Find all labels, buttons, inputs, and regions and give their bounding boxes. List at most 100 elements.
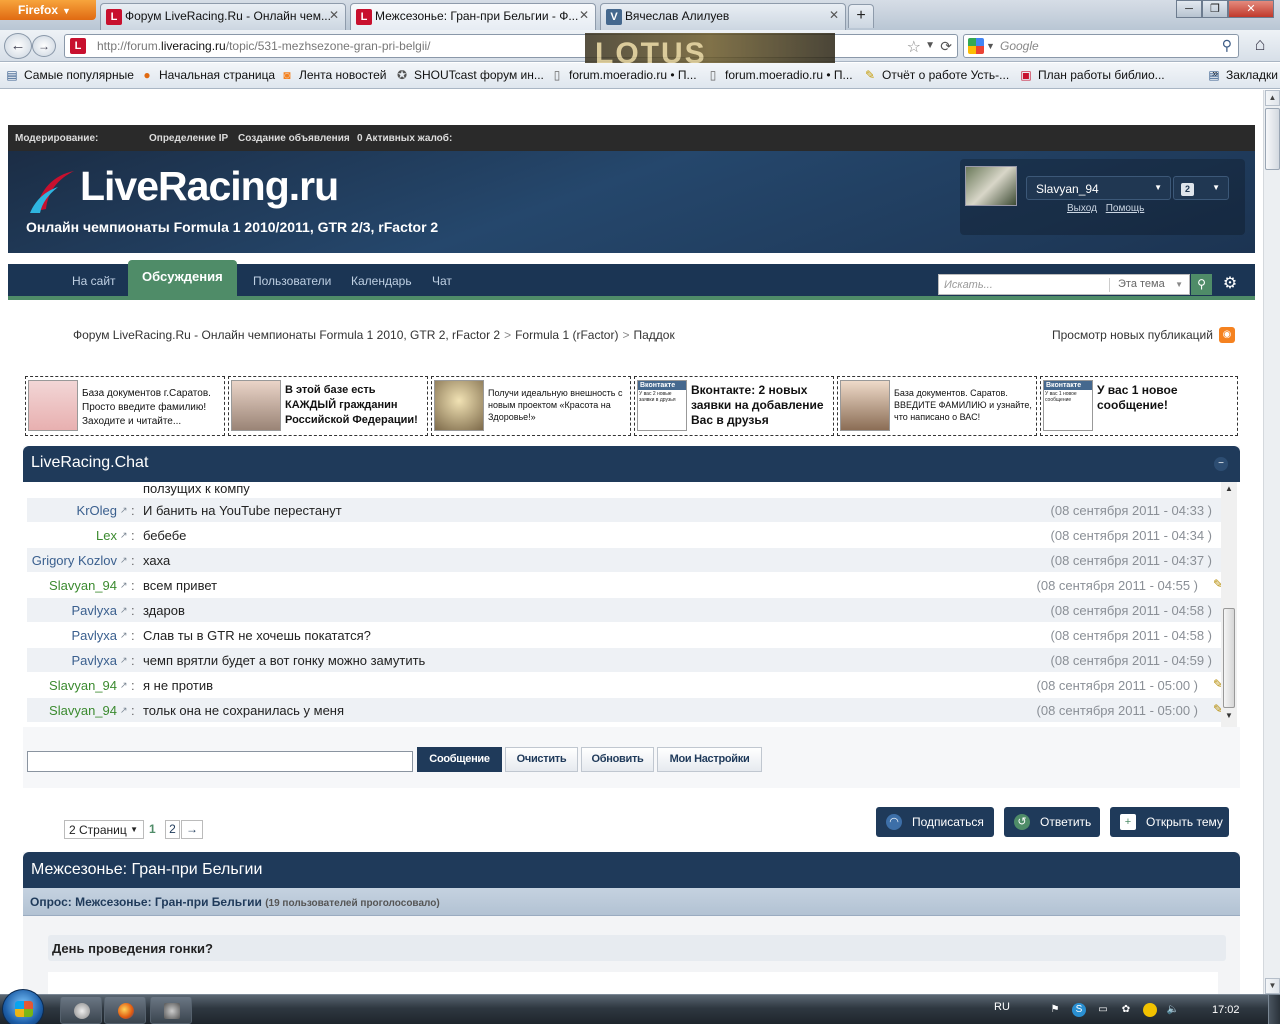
chat-username[interactable]: Pavlyxa: [27, 628, 117, 643]
scroll-down-icon[interactable]: ▼: [1221, 711, 1237, 725]
google-icon[interactable]: [968, 38, 984, 54]
bookmark-home-page[interactable]: ● Начальная страница: [139, 68, 275, 82]
scroll-down-icon[interactable]: ▼: [1265, 978, 1280, 994]
external-link-icon[interactable]: ↗: [120, 705, 128, 716]
chat-username[interactable]: Pavlyxa: [27, 603, 117, 618]
tab-forum[interactable]: L Форум LiveRacing.Ru - Онлайн чем... ✕: [100, 3, 346, 30]
bookmark-shoutcast[interactable]: ✪ SHOUTcast форум ин...: [394, 68, 544, 82]
page-scrollbar[interactable]: ▲ ▼: [1263, 90, 1280, 994]
bookmarks-menu[interactable]: ▤ Закладки: [1206, 68, 1278, 82]
utility-tray-icon[interactable]: ✿: [1119, 1003, 1133, 1017]
breadcrumb-forum[interactable]: Форум LiveRacing.Ru - Онлайн чемпионаты …: [73, 328, 500, 342]
search-box[interactable]: ▼ Google ⚲: [963, 34, 1239, 58]
search-icon[interactable]: ⚲: [1222, 37, 1232, 54]
new-tab-button[interactable]: +: [848, 4, 874, 28]
collapse-icon[interactable]: −: [1214, 457, 1228, 471]
home-icon[interactable]: ⌂: [1246, 34, 1274, 58]
action-center-flag-icon[interactable]: ⚑: [1048, 1003, 1062, 1017]
maximize-button[interactable]: ❐: [1202, 0, 1228, 18]
bookmark-moeradio-1[interactable]: ▯ forum.moeradio.ru • П...: [549, 68, 697, 82]
taskbar-winamp[interactable]: [150, 996, 192, 1024]
reload-icon[interactable]: ⟳: [940, 38, 952, 55]
chat-username[interactable]: Grigory Kozlov: [27, 553, 117, 568]
start-button[interactable]: [2, 989, 44, 1024]
create-announcement-link[interactable]: Создание объявления: [238, 133, 350, 144]
refresh-button[interactable]: Обновить: [581, 747, 654, 772]
external-link-icon[interactable]: ↗: [120, 605, 128, 616]
chat-username[interactable]: Pavlyxa: [27, 653, 117, 668]
chat-username[interactable]: Slavyan_94: [27, 578, 117, 593]
taskbar-firefox[interactable]: [104, 996, 146, 1024]
chat-message-input[interactable]: [27, 751, 413, 772]
rss-icon[interactable]: ◉: [1219, 327, 1235, 343]
forum-search-input[interactable]: Искать... Эта тема ▼: [938, 274, 1190, 295]
bookmark-most-visited[interactable]: ▤ Самые популярные: [4, 68, 134, 82]
my-settings-button[interactable]: Мои Настройки: [657, 747, 762, 772]
taskbar-media-player[interactable]: [60, 996, 102, 1024]
page-link[interactable]: 2: [165, 820, 180, 839]
logout-link[interactable]: Выход: [1067, 203, 1097, 214]
external-link-icon[interactable]: ↗: [120, 555, 128, 566]
network-icon[interactable]: ▭: [1096, 1003, 1110, 1017]
ad-banner[interactable]: Вконтакте У вас 1 новое сообщение У вас …: [1040, 376, 1238, 436]
notifications-button[interactable]: 2 ▼: [1173, 176, 1229, 200]
ad-banner[interactable]: Вконтакте У вас 2 новые заявки в друзья …: [634, 376, 834, 436]
site-logo-text[interactable]: LiveRacing.ru: [80, 163, 339, 210]
bookmark-library-plan[interactable]: ▣ План работы библио...: [1018, 68, 1164, 82]
close-tab-icon[interactable]: ✕: [829, 8, 839, 22]
tab-discussions[interactable]: Обсуждения: [128, 260, 237, 296]
clear-button[interactable]: Очистить: [505, 747, 578, 772]
tab-vk[interactable]: V Вячеслав Алилуев ✕: [600, 3, 846, 30]
active-reports-link[interactable]: 0 Активных жалоб:: [357, 133, 452, 144]
volume-icon[interactable]: 🔈: [1166, 1003, 1180, 1017]
bookmark-report[interactable]: ✎ Отчёт о работе Усть-...: [862, 68, 1009, 82]
close-window-button[interactable]: ✕: [1228, 0, 1274, 18]
chat-username[interactable]: Slavyan_94: [27, 703, 117, 718]
subscribe-button[interactable]: ◠ Подписаться: [876, 807, 994, 837]
scroll-up-icon[interactable]: ▲: [1265, 90, 1280, 106]
external-link-icon[interactable]: ↗: [120, 505, 128, 516]
chat-scrollbar[interactable]: ▲ ▼: [1221, 482, 1237, 727]
next-page-button[interactable]: →: [181, 820, 203, 839]
ad-banner[interactable]: База документов. Саратов. ВВЕДИТЕ ФАМИЛИ…: [837, 376, 1037, 436]
tab-users[interactable]: Пользователи: [253, 264, 331, 296]
external-link-icon[interactable]: ↗: [120, 530, 128, 541]
skype-icon[interactable]: S: [1072, 1003, 1086, 1017]
back-arrow-icon[interactable]: ←: [4, 33, 32, 59]
chat-username[interactable]: KrOleg: [27, 503, 117, 518]
tab-topic[interactable]: L Межсезонье: Гран-при Бельгии - Ф... ✕: [350, 3, 596, 30]
minimize-button[interactable]: ─: [1176, 0, 1202, 18]
liveracing-logo-icon[interactable]: [28, 169, 78, 215]
url-text[interactable]: http://forum.liveracing.ru/topic/531-mez…: [97, 39, 431, 53]
help-link[interactable]: Помощь: [1106, 203, 1145, 214]
scroll-up-icon[interactable]: ▲: [1221, 484, 1237, 498]
tab-calendar[interactable]: Календарь: [351, 264, 412, 296]
new-topic-button[interactable]: + Открыть тему: [1110, 807, 1229, 837]
search-icon[interactable]: ⚲: [1191, 274, 1212, 295]
avatar[interactable]: [965, 166, 1017, 206]
external-link-icon[interactable]: ↗: [120, 655, 128, 666]
search-scope-select[interactable]: Эта тема ▼: [1109, 278, 1189, 292]
page-scroll-thumb[interactable]: [1265, 108, 1280, 170]
url-history-dropdown-icon[interactable]: ▼: [925, 40, 935, 51]
bookmark-moeradio-2[interactable]: ▯ forum.moeradio.ru • П...: [705, 68, 853, 82]
pages-dropdown[interactable]: 2 Страниц ▼: [64, 820, 144, 839]
ad-banner[interactable]: Получи идеальную внешность с новым проек…: [431, 376, 631, 436]
external-link-icon[interactable]: ↗: [120, 680, 128, 691]
reply-button[interactable]: ↺ Ответить: [1004, 807, 1100, 837]
close-tab-icon[interactable]: ✕: [329, 8, 339, 22]
user-menu-button[interactable]: Slavyan_94 ▼: [1026, 176, 1171, 200]
bookmark-star-icon[interactable]: ☆: [907, 37, 921, 57]
search-engine-dropdown-icon[interactable]: ▼: [986, 41, 995, 51]
keyboard-language-indicator[interactable]: RU: [994, 1001, 1010, 1013]
chat-username[interactable]: Lex: [27, 528, 117, 543]
external-link-icon[interactable]: ↗: [120, 630, 128, 641]
send-message-button[interactable]: Сообщение: [417, 747, 502, 772]
system-clock[interactable]: 17:02: [1212, 1004, 1240, 1016]
breadcrumb-f1[interactable]: Formula 1 (rFactor): [515, 328, 618, 342]
ad-banner[interactable]: База документов г.Саратов. Просто введит…: [25, 376, 225, 436]
url-bar[interactable]: L http://forum.liveracing.ru/topic/531-m…: [64, 33, 958, 89]
tab-site[interactable]: На сайт: [72, 264, 116, 296]
close-tab-icon[interactable]: ✕: [579, 8, 589, 22]
forward-arrow-icon[interactable]: →: [32, 35, 56, 57]
